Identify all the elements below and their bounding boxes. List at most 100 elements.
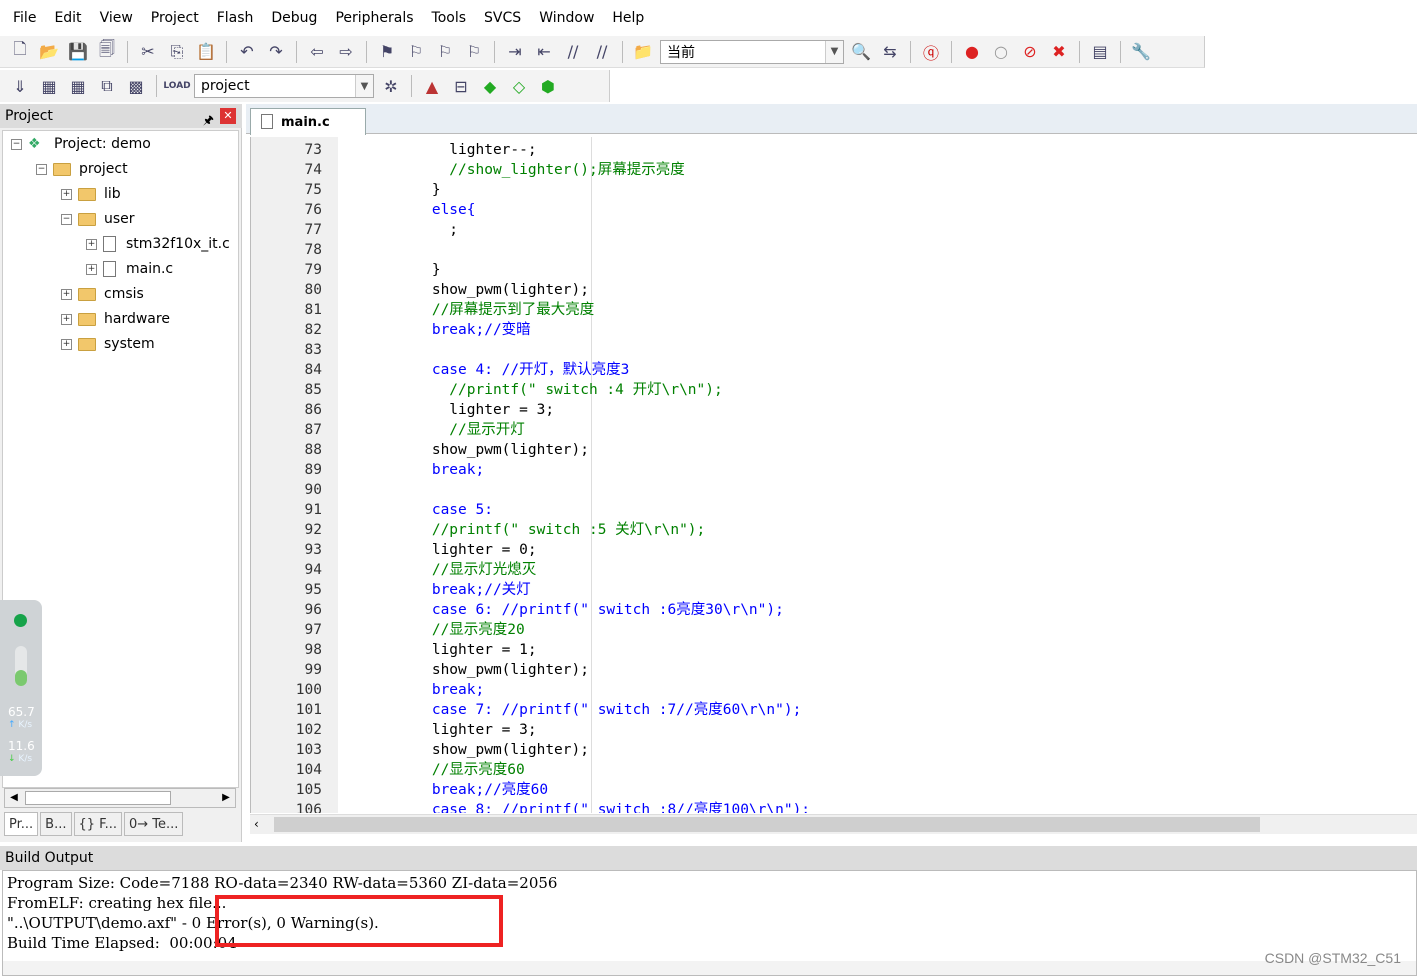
- menu-file[interactable]: File: [4, 0, 45, 36]
- editor-horizontal-scrollbar[interactable]: ‹: [250, 814, 1417, 834]
- code-line[interactable]: 100 break;: [250, 680, 1417, 700]
- tab-books[interactable]: B...: [40, 812, 72, 836]
- expand-icon[interactable]: +: [86, 263, 97, 275]
- code-line[interactable]: 80 show_pwm(lighter);: [250, 280, 1417, 300]
- new-file-icon[interactable]: 🗋: [8, 39, 32, 64]
- tree-item-hardware[interactable]: + hardware: [61, 308, 170, 330]
- code-line[interactable]: 101 case 7: //printf(" switch :7//亮度60\r…: [250, 700, 1417, 720]
- code-line[interactable]: 94 //显示灯光熄灭: [250, 560, 1417, 580]
- tree-item-cmsis[interactable]: + cmsis: [61, 283, 144, 305]
- expand-icon[interactable]: +: [61, 188, 72, 200]
- chevron-down-icon[interactable]: ▼: [355, 75, 373, 97]
- pin-icon[interactable]: 🖈: [203, 108, 214, 132]
- paste-icon[interactable]: 📋: [194, 40, 218, 64]
- close-icon[interactable]: ✕: [220, 108, 236, 124]
- code-line[interactable]: 78: [250, 240, 1417, 260]
- code-line[interactable]: 73 lighter--;: [250, 140, 1417, 160]
- build-output-scrollbar[interactable]: [3, 961, 1416, 975]
- scroll-left-icon[interactable]: ‹: [254, 817, 259, 831]
- code-line[interactable]: 102 lighter = 3;: [250, 720, 1417, 740]
- expand-icon[interactable]: +: [86, 238, 97, 250]
- menu-debug[interactable]: Debug: [262, 0, 326, 36]
- code-line[interactable]: 97 //显示亮度20: [250, 620, 1417, 640]
- expand-icon[interactable]: +: [61, 313, 72, 325]
- save-icon[interactable]: 💾: [66, 40, 90, 64]
- indent-icon[interactable]: ⇥: [503, 40, 527, 64]
- code-line[interactable]: 88 show_pwm(lighter);: [250, 440, 1417, 460]
- debug-session-icon[interactable]: ⓠ: [919, 40, 943, 64]
- code-line[interactable]: 89 break;: [250, 460, 1417, 480]
- code-line[interactable]: 90: [250, 480, 1417, 500]
- comment-icon[interactable]: //: [561, 40, 585, 64]
- window-layout-icon[interactable]: ▤: [1088, 40, 1112, 64]
- undo-icon[interactable]: ↶: [235, 40, 259, 64]
- scroll-thumb[interactable]: [274, 817, 1260, 832]
- copy-icon[interactable]: ⎘: [165, 40, 189, 64]
- next-bookmark-icon[interactable]: ⚐: [433, 40, 457, 64]
- code-line[interactable]: 87 //显示开灯: [250, 420, 1417, 440]
- menu-tools[interactable]: Tools: [423, 0, 476, 36]
- breakpoint-icon[interactable]: ●: [960, 40, 984, 64]
- nav-back-icon[interactable]: ⇦: [305, 40, 329, 64]
- tab-main-c[interactable]: main.c: [250, 108, 366, 135]
- code-line[interactable]: 79 }: [250, 260, 1417, 280]
- scroll-thumb[interactable]: [25, 791, 171, 805]
- download-icon[interactable]: LOAD: [163, 74, 190, 98]
- code-line[interactable]: 106 case 8: //printf(" switch :8//亮度100\…: [250, 800, 1417, 813]
- target-options-icon[interactable]: ✲: [379, 74, 403, 98]
- manage-multi-project-icon[interactable]: ⊟: [449, 74, 473, 98]
- scroll-right-icon[interactable]: ▶: [217, 789, 235, 807]
- batch-build-icon[interactable]: ⧉: [95, 74, 119, 98]
- bookmark-icon[interactable]: ⚑: [375, 40, 399, 64]
- code-line[interactable]: 77 ;: [250, 220, 1417, 240]
- select-packs-icon[interactable]: ◇: [507, 74, 531, 98]
- code-line[interactable]: 95 break;//关灯: [250, 580, 1417, 600]
- unindent-icon[interactable]: ⇤: [532, 40, 556, 64]
- code-line[interactable]: 105 break;//亮度60: [250, 780, 1417, 800]
- code-line[interactable]: 92 //printf(" switch :5 关灯\r\n");: [250, 520, 1417, 540]
- network-speed-widget[interactable]: 65.7 ↑ K/s 11.6 ↓ K/s: [0, 600, 42, 776]
- disable-breakpoint-icon[interactable]: ○: [989, 40, 1013, 64]
- code-line[interactable]: 99 show_pwm(lighter);: [250, 660, 1417, 680]
- tree-item-lib[interactable]: + lib: [61, 183, 121, 205]
- collapse-icon[interactable]: −: [11, 138, 22, 150]
- disable-all-breakpoints-icon[interactable]: ⊘: [1018, 40, 1042, 64]
- code-line[interactable]: 76 else{: [250, 200, 1417, 220]
- tab-project[interactable]: Pr...: [4, 812, 39, 836]
- stop-build-icon[interactable]: ▩: [124, 74, 148, 98]
- menu-peripherals[interactable]: Peripherals: [326, 0, 422, 36]
- code-line[interactable]: 75 }: [250, 180, 1417, 200]
- code-line[interactable]: 84 case 4: //开灯，默认亮度3: [250, 360, 1417, 380]
- kill-all-breakpoints-icon[interactable]: ✖: [1047, 40, 1071, 64]
- code-line[interactable]: 93 lighter = 0;: [250, 540, 1417, 560]
- translate-icon[interactable]: ⇓: [8, 74, 32, 98]
- rebuild-icon[interactable]: ▦: [66, 74, 90, 98]
- redo-icon[interactable]: ↷: [264, 40, 288, 64]
- menu-help[interactable]: Help: [603, 0, 653, 36]
- nav-forward-icon[interactable]: ⇨: [334, 40, 358, 64]
- menu-flash[interactable]: Flash: [208, 0, 263, 36]
- code-line[interactable]: 86 lighter = 3;: [250, 400, 1417, 420]
- expand-icon[interactable]: +: [61, 288, 72, 300]
- incremental-find-icon[interactable]: ⇆: [878, 40, 902, 64]
- collapse-icon[interactable]: −: [36, 163, 47, 175]
- manage-project-icon[interactable]: ▲: [420, 74, 444, 98]
- tree-item-target[interactable]: − project: [36, 158, 128, 180]
- target-combo[interactable]: project ▼: [194, 74, 374, 98]
- code-line[interactable]: 103 show_pwm(lighter);: [250, 740, 1417, 760]
- code-line[interactable]: 83: [250, 340, 1417, 360]
- pack-installer-icon[interactable]: ⬢: [536, 74, 560, 98]
- code-line[interactable]: 85 //printf(" switch :4 开灯\r\n");: [250, 380, 1417, 400]
- tree-item-system[interactable]: + system: [61, 333, 155, 355]
- clear-bookmarks-icon[interactable]: ⚐: [462, 40, 486, 64]
- tree-item-user[interactable]: − user: [61, 208, 135, 230]
- save-all-icon[interactable]: 🗐: [95, 39, 119, 64]
- tab-templates[interactable]: 0→ Te...: [123, 812, 184, 836]
- code-line[interactable]: 96 case 6: //printf(" switch :6亮度30\r\n"…: [250, 600, 1417, 620]
- tree-item-stm32f10x-it[interactable]: + stm32f10x_it.c: [86, 233, 230, 255]
- code-line[interactable]: 82 break;//变暗: [250, 320, 1417, 340]
- manage-rte-icon[interactable]: ◆: [478, 74, 502, 98]
- tree-item-main-c[interactable]: + main.c: [86, 258, 173, 280]
- configure-icon[interactable]: 🔧: [1129, 40, 1153, 64]
- tree-horizontal-scrollbar[interactable]: ◀ ▶: [4, 788, 236, 808]
